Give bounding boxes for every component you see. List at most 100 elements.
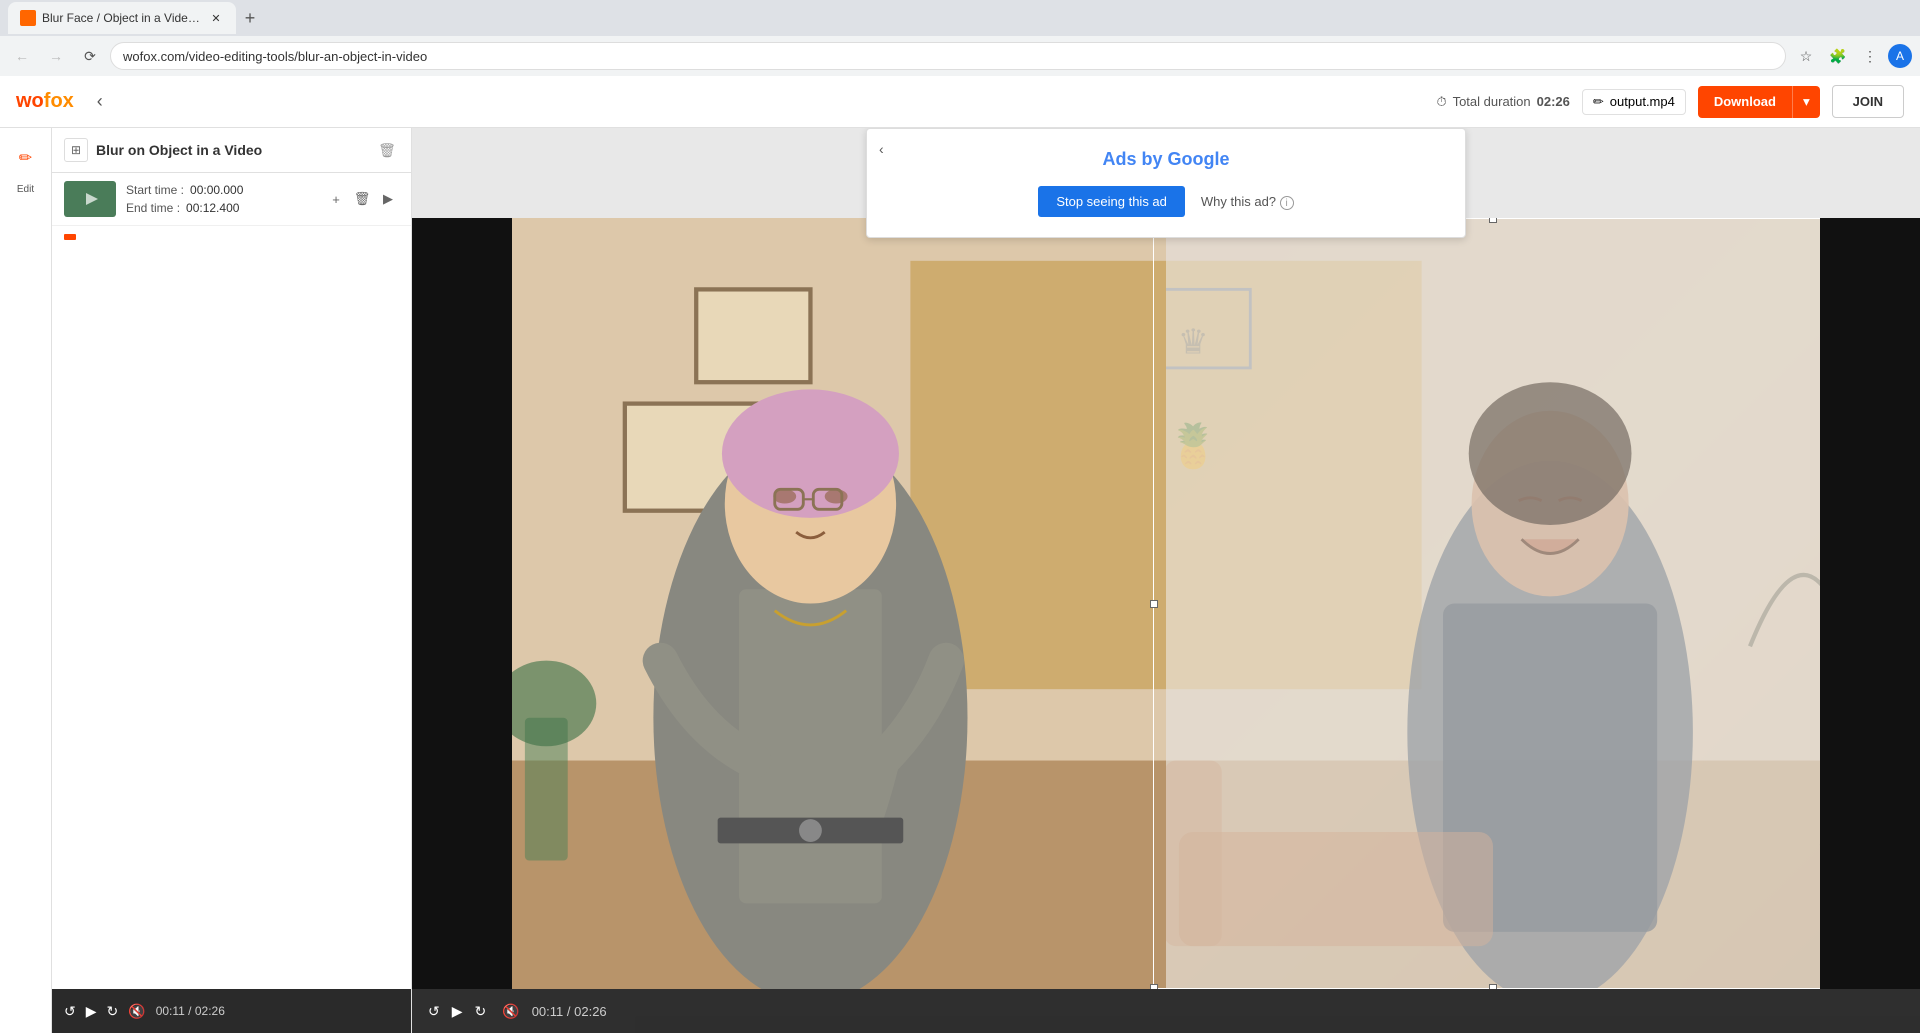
ad-overlay: ‹ Ads by Google Stop seeing this ad Why … <box>866 128 1466 238</box>
tab-bar: Blur Face / Object in a Video | W... ✕ + <box>0 0 1920 36</box>
sidebar-edit-button[interactable]: ✏ <box>8 140 44 176</box>
ad-close-button[interactable]: ‹ <box>879 141 884 157</box>
clock-icon: ⏱ <box>1436 94 1446 110</box>
top-toolbar: wofox ‹ ⏱ Total duration 02:26 ✏ output.… <box>0 76 1920 128</box>
total-time-video: 02:26 <box>574 1004 607 1019</box>
rewind-left-button[interactable]: ↺ <box>64 1003 76 1020</box>
total-duration-value: 02:26 <box>1537 94 1570 109</box>
time-display-video: 00:11 / 02:26 <box>532 1004 607 1019</box>
clip-actions: + 🗑 ▶ <box>325 188 399 210</box>
video-center[interactable]: ♛ 🍍 <box>512 218 1820 989</box>
edit-icon: ✏ <box>19 148 32 168</box>
end-time-row: End time : <box>126 201 315 215</box>
video-area: ‹ Ads by Google Stop seeing this ad Why … <box>412 128 1920 1033</box>
url-text: wofox.com/video-editing-tools/blur-an-ob… <box>123 49 427 64</box>
clip-play-button[interactable]: ▶ <box>377 188 399 210</box>
url-bar[interactable]: wofox.com/video-editing-tools/blur-an-ob… <box>110 42 1786 70</box>
total-duration-display: ⏱ Total duration 02:26 <box>1436 94 1569 110</box>
timeline-panel: ⊞ Blur on Object in a Video 🗑 Start time… <box>52 128 412 1033</box>
loop-left-button[interactable]: ↻ <box>107 1003 119 1020</box>
output-filename: output.mp4 <box>1610 94 1675 109</box>
app-container: wofox ‹ ⏱ Total duration 02:26 ✏ output.… <box>0 76 1920 1033</box>
progress-marker <box>64 234 76 240</box>
progress-marker-area <box>52 226 411 248</box>
rewind-video-button[interactable]: ↺ <box>428 1003 440 1020</box>
ad-controls: Stop seeing this ad Why this ad? i <box>897 186 1435 217</box>
why-ad-label: Why this ad? <box>1201 194 1276 209</box>
stop-ad-button[interactable]: Stop seeing this ad <box>1038 186 1185 217</box>
black-side-right <box>1820 218 1920 989</box>
ad-brand: Google <box>1168 149 1230 169</box>
edit-file-icon: ✏ <box>1593 94 1604 110</box>
current-time-left: 00:11 <box>156 1004 185 1018</box>
loop-video-button[interactable]: ↻ <box>475 1003 487 1020</box>
download-dropdown-button[interactable]: ▾ <box>1792 86 1820 118</box>
new-tab-button[interactable]: + <box>236 4 264 32</box>
timeline-title: Blur on Object in a Video <box>96 142 262 158</box>
end-time-input[interactable] <box>186 201 256 215</box>
left-sidebar: ✏ Edit <box>0 128 52 1033</box>
black-side-left <box>412 218 512 989</box>
why-ad-info-icon: i <box>1280 196 1294 210</box>
reload-button[interactable]: ⟳ <box>76 42 104 70</box>
video-frame-left <box>512 218 1166 989</box>
logo-fox: fox <box>44 90 74 112</box>
video-frame-wrapper: ♛ 🍍 <box>412 218 1920 989</box>
time-separator-left: / <box>188 1004 195 1018</box>
address-bar: ← → ⟳ wofox.com/video-editing-tools/blur… <box>0 36 1920 76</box>
browser-icons: ☆ 🧩 ⋮ A <box>1792 42 1912 70</box>
timeline-collapse-icon[interactable]: ⊞ <box>64 138 88 162</box>
download-button[interactable]: Download <box>1698 86 1792 118</box>
ad-title: Ads by Google <box>897 149 1435 170</box>
clip-item: Start time : End time : + 🗑 ▶ <box>52 173 411 226</box>
mute-video-button[interactable]: 🔇 <box>502 1003 519 1020</box>
tab-title: Blur Face / Object in a Video | W... <box>42 11 202 25</box>
video-left-svg <box>512 218 1166 989</box>
start-time-label: Start time : <box>126 183 184 197</box>
start-time-row: Start time : <box>126 183 315 197</box>
clip-thumbnail-icon <box>74 187 106 211</box>
main-content: ✏ Edit ⊞ Blur on Object in a Video 🗑 <box>0 128 1920 1033</box>
start-time-input[interactable] <box>190 183 260 197</box>
playback-bar-left: ↺ ▶ ↻ 🔇 00:11 / 02:26 <box>52 989 411 1033</box>
sidebar-edit-label: Edit <box>17 184 34 195</box>
clip-add-button[interactable]: + <box>325 188 347 210</box>
end-time-label: End time : <box>126 201 180 215</box>
why-ad-text[interactable]: Why this ad? i <box>1201 194 1294 210</box>
extensions-icon[interactable]: 🧩 <box>1824 42 1852 70</box>
logo-wo: wo <box>16 90 44 112</box>
video-right-svg: ♛ 🍍 <box>1166 218 1820 989</box>
timeline-delete-button[interactable]: 🗑 <box>375 138 399 162</box>
download-button-group: Download ▾ <box>1698 86 1820 118</box>
clip-times: Start time : End time : <box>126 183 315 215</box>
forward-button[interactable]: → <box>42 42 70 70</box>
bookmark-icon[interactable]: ☆ <box>1792 42 1820 70</box>
output-file-display: ✏ output.mp4 <box>1582 89 1686 115</box>
logo-text: wofox <box>16 90 74 113</box>
play-video-button[interactable]: ▶ <box>452 1003 463 1020</box>
browser-chrome: Blur Face / Object in a Video | W... ✕ +… <box>0 0 1920 76</box>
svg-text:♛: ♛ <box>1178 324 1209 362</box>
user-avatar[interactable]: A <box>1888 44 1912 68</box>
total-duration-label: Total duration <box>1453 94 1531 109</box>
back-nav-button[interactable]: ‹ <box>86 88 114 116</box>
svg-text:🍍: 🍍 <box>1167 422 1220 471</box>
play-left-button[interactable]: ▶ <box>86 1003 97 1020</box>
wofox-logo: wofox <box>16 90 74 113</box>
back-button[interactable]: ← <box>8 42 36 70</box>
clip-thumbnail <box>64 181 116 217</box>
ad-prefix: Ads by <box>1102 149 1167 169</box>
timeline-header: ⊞ Blur on Object in a Video 🗑 <box>52 128 411 173</box>
timeline-spacer <box>52 248 411 989</box>
time-display-left: 00:11 / 02:26 <box>156 1004 225 1018</box>
total-time-left: 02:26 <box>195 1004 225 1018</box>
clip-delete-button[interactable]: 🗑 <box>351 188 373 210</box>
playback-bar-video: ↺ ▶ ↻ 🔇 00:11 / 02:26 <box>412 989 1920 1033</box>
tab-close-button[interactable]: ✕ <box>208 10 224 26</box>
join-button[interactable]: JOIN <box>1832 85 1904 118</box>
mute-left-button[interactable]: 🔇 <box>128 1003 145 1020</box>
more-menu-icon[interactable]: ⋮ <box>1856 42 1884 70</box>
video-frame-right: ♛ 🍍 <box>1166 218 1820 989</box>
active-tab[interactable]: Blur Face / Object in a Video | W... ✕ <box>8 2 236 34</box>
tab-favicon <box>20 10 36 26</box>
